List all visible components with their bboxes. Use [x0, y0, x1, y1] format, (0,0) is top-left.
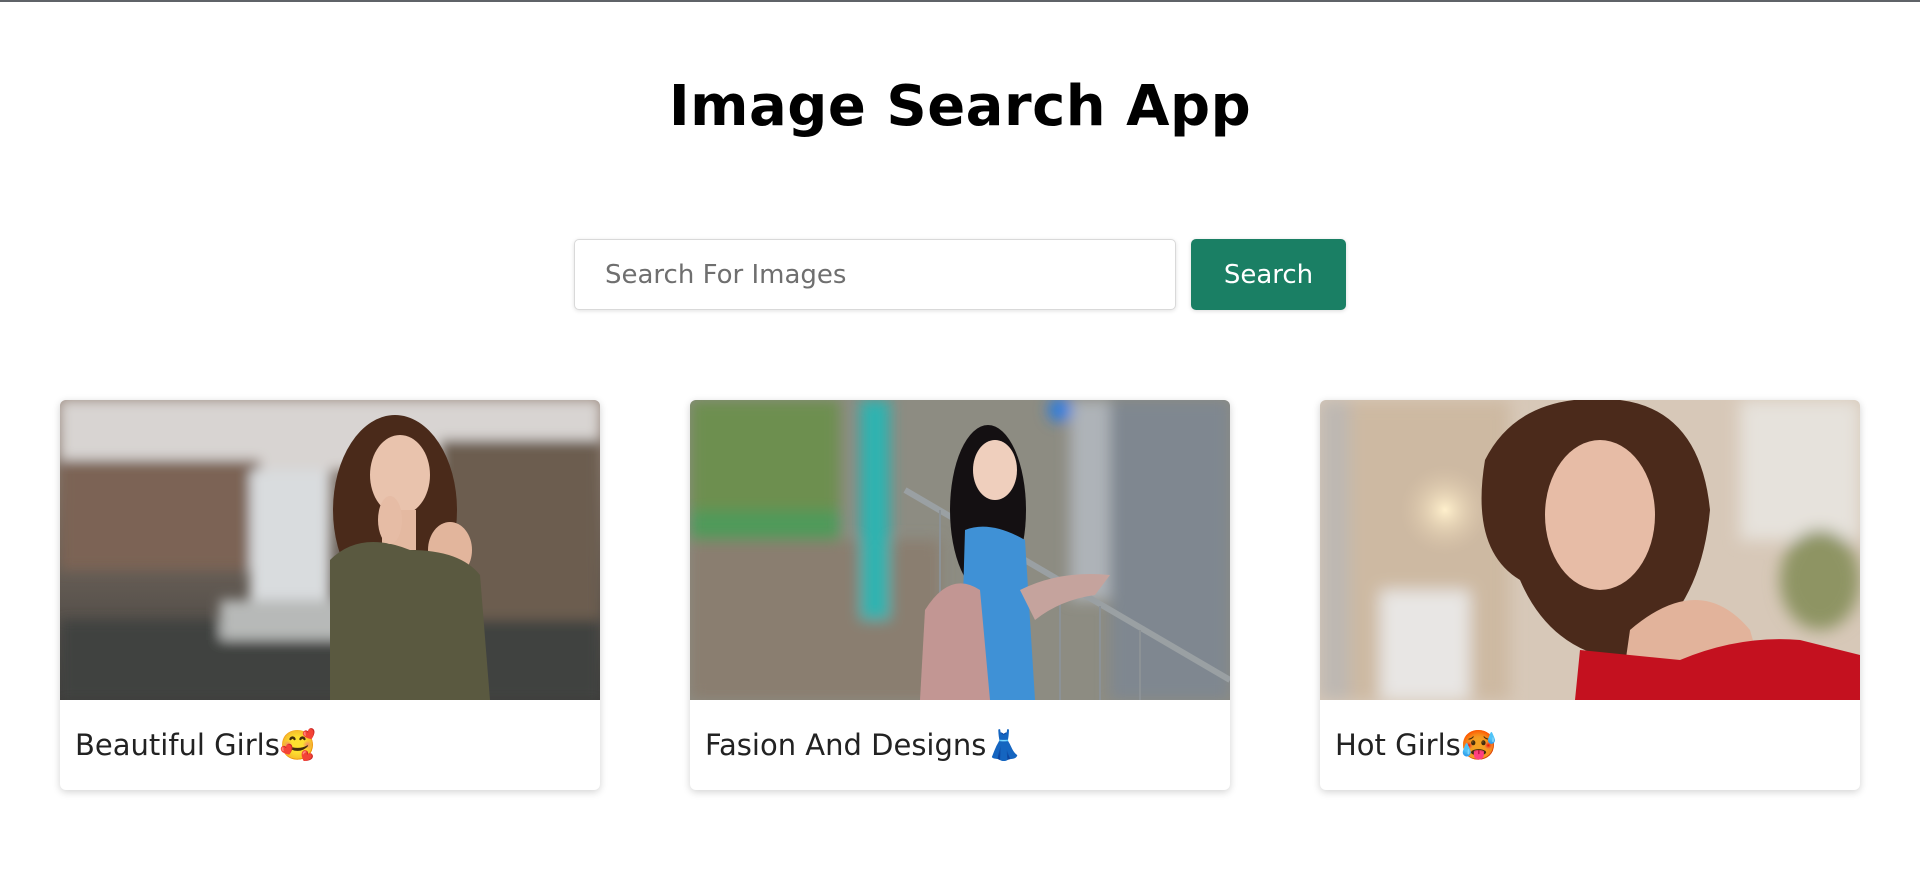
image-results-grid: Beautiful Girls🥰 Fasion And Designs👗 Hot…: [60, 400, 1860, 790]
page: Image Search App Search For Images Searc…: [0, 2, 1920, 894]
image-card[interactable]: Fasion And Designs👗: [690, 400, 1230, 790]
image-card[interactable]: Beautiful Girls🥰: [60, 400, 600, 790]
page-title: Image Search App: [668, 74, 1252, 139]
search-form: Search: [574, 239, 1346, 310]
card-caption: Hot Girls🥵: [1335, 727, 1497, 762]
result-image[interactable]: [1320, 400, 1860, 700]
card-caption: Beautiful Girls🥰: [75, 727, 316, 762]
search-button[interactable]: Search: [1191, 239, 1346, 310]
result-image[interactable]: [690, 400, 1230, 700]
image-card[interactable]: Hot Girls🥵: [1320, 400, 1860, 790]
card-caption: Fasion And Designs👗: [705, 727, 1023, 762]
result-image[interactable]: [60, 400, 600, 700]
search-input[interactable]: [574, 239, 1176, 310]
